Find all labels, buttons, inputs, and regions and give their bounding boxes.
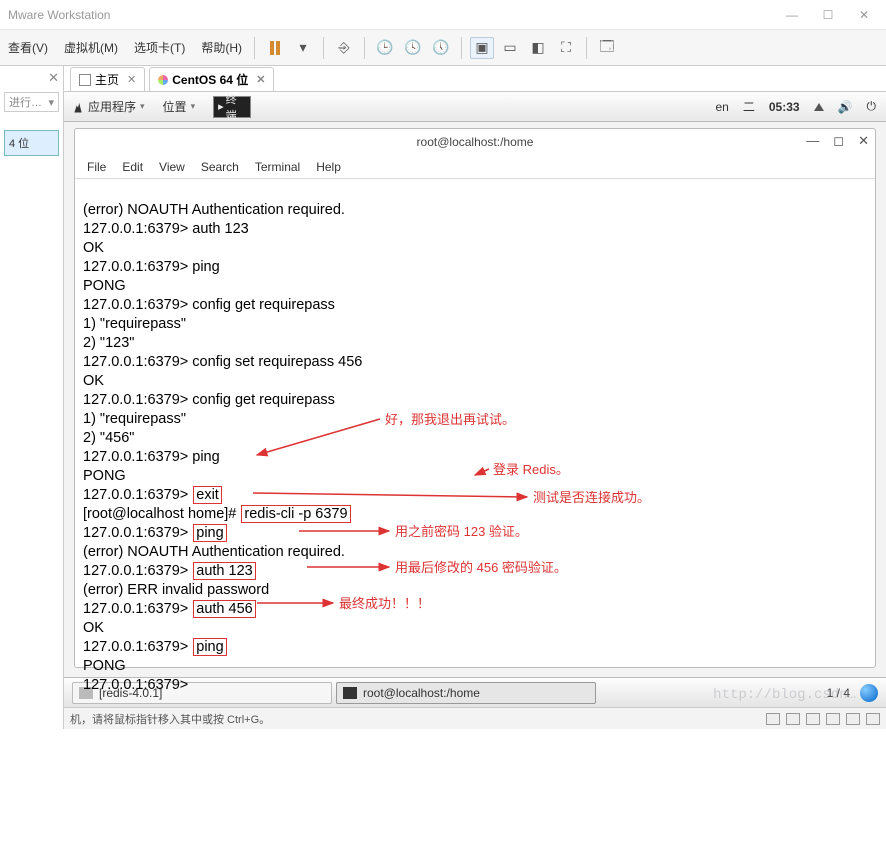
terminal-menubar: File Edit View Search Terminal Help <box>75 155 875 179</box>
annotation-3: 测试是否连接成功。 <box>533 489 650 507</box>
cmd-auth-456: auth 456 <box>193 600 255 618</box>
term-menu-terminal[interactable]: Terminal <box>255 160 300 174</box>
cmd-exit: exit <box>193 486 222 504</box>
annotation-1: 好，那我退出再试试。 <box>385 411 515 429</box>
unity-icon[interactable]: ▭ <box>498 37 522 59</box>
toolbar-dropdown[interactable]: ▾ <box>291 37 315 59</box>
clock-day: 二 <box>743 98 755 115</box>
host-sidebar: ✕ 进行…▾ 4 位 <box>0 66 64 729</box>
input-lang[interactable]: en <box>715 100 728 114</box>
guest-topbar: 应用程序▾ 位置▾ ▸终端 en 二 05:33 🔊 ⏻ <box>64 92 886 122</box>
minimize-button[interactable]: — <box>786 8 798 22</box>
annotation-5: 用最后修改的 456 密码验证。 <box>395 559 567 577</box>
annotation-4: 用之前密码 123 验证。 <box>395 523 528 541</box>
terminal-launcher[interactable]: ▸终端 <box>213 96 251 118</box>
network-icon[interactable] <box>814 103 824 111</box>
term-menu-file[interactable]: File <box>87 160 106 174</box>
snapshot-take-icon[interactable]: 🕓 <box>401 37 425 59</box>
menu-vm[interactable]: 虚拟机(M) <box>60 37 122 58</box>
terminal-body[interactable]: (error) NOAUTH Authentication required. … <box>75 179 875 861</box>
volume-icon[interactable]: 🔊 <box>838 100 853 114</box>
snapshot-manager-icon[interactable]: 🕔 <box>429 37 453 59</box>
close-button[interactable]: ✕ <box>858 8 870 22</box>
terminal-window: root@localhost:/home — ◻ ✕ File Edit Vie… <box>74 128 876 668</box>
cmd-redis-cli: redis-cli -p 6379 <box>241 505 350 523</box>
tab-home[interactable]: 主页 ✕ <box>70 67 145 91</box>
pause-button[interactable] <box>263 37 287 59</box>
sidebar-search[interactable]: 进行…▾ <box>4 92 59 112</box>
menu-tabs[interactable]: 选项卡(T) <box>130 37 189 58</box>
tab-centos-close[interactable]: ✕ <box>256 73 265 86</box>
applications-menu[interactable]: 应用程序▾ <box>64 96 153 117</box>
cmd-ping2: ping <box>193 638 226 656</box>
sidebar-vm-item[interactable]: 4 位 <box>4 130 59 156</box>
cmd-ping1: ping <box>193 524 226 542</box>
home-icon <box>79 74 91 86</box>
power-icon[interactable]: ⏻ <box>867 99 877 114</box>
centos-icon <box>158 75 168 85</box>
app-title: Mware Workstation <box>8 8 110 22</box>
snapshot-icon[interactable]: 🕒 <box>373 37 397 59</box>
term-menu-search[interactable]: Search <box>201 160 239 174</box>
tab-centos[interactable]: CentOS 64 位 ✕ <box>149 67 274 91</box>
send-key-icon[interactable]: ⎆ <box>332 37 356 59</box>
library-icon[interactable]: 🗔 <box>595 37 619 59</box>
terminal-titlebar: root@localhost:/home — ◻ ✕ <box>75 129 875 155</box>
annotation-2: 登录 Redis。 <box>493 461 569 479</box>
vm-tab-row: 主页 ✕ CentOS 64 位 ✕ <box>64 66 886 92</box>
term-menu-help[interactable]: Help <box>316 160 341 174</box>
term-maximize[interactable]: ◻ <box>833 133 844 149</box>
stretch-icon[interactable]: ⛶ <box>554 37 578 59</box>
sidebar-close-icon[interactable]: ✕ <box>48 70 59 86</box>
menu-view[interactable]: 查看(V) <box>4 37 52 58</box>
places-menu[interactable]: 位置▾ <box>155 96 204 117</box>
cmd-auth-123: auth 123 <box>193 562 255 580</box>
gnome-foot-icon <box>72 101 84 113</box>
term-menu-view[interactable]: View <box>159 160 185 174</box>
thumbnail-icon[interactable]: ◧ <box>526 37 550 59</box>
term-close[interactable]: ✕ <box>858 133 869 149</box>
menu-help[interactable]: 帮助(H) <box>197 37 246 58</box>
watermark: http://blog.csdn… <box>713 687 856 703</box>
term-menu-edit[interactable]: Edit <box>122 160 143 174</box>
term-minimize[interactable]: — <box>806 133 819 149</box>
host-titlebar: Mware Workstation — ☐ ✕ <box>0 0 886 30</box>
tab-home-close[interactable]: ✕ <box>127 73 136 86</box>
fullscreen-icon[interactable]: ▣ <box>470 37 494 59</box>
host-menubar: 查看(V) 虚拟机(M) 选项卡(T) 帮助(H) ▾ ⎆ 🕒 🕓 🕔 ▣ ▭ … <box>0 30 886 66</box>
clock-time: 05:33 <box>769 100 800 114</box>
annotation-6: 最终成功！！！ <box>339 595 430 613</box>
maximize-button[interactable]: ☐ <box>822 8 834 22</box>
